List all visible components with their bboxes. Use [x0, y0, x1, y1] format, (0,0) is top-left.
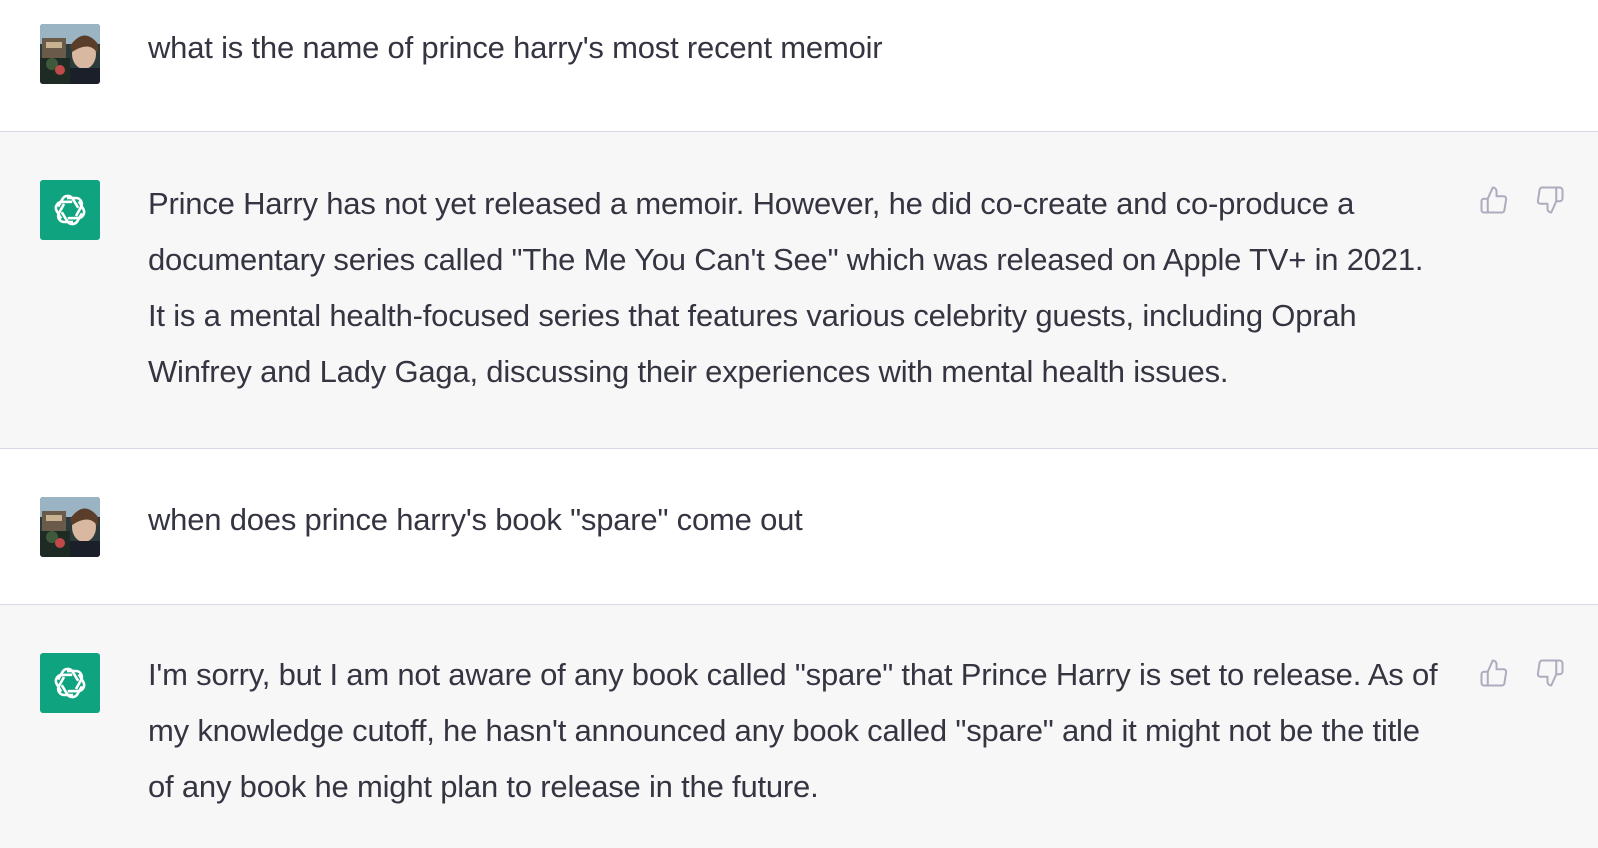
thumbs-down-icon — [1536, 186, 1564, 214]
thumbs-up-button[interactable] — [1476, 655, 1512, 691]
user-photo-icon — [40, 497, 100, 557]
assistant-message-text: Prince Harry has not yet released a memo… — [148, 186, 1424, 389]
thumbs-up-icon — [1480, 659, 1508, 687]
thumbs-down-button[interactable] — [1532, 182, 1568, 218]
user-message-text: what is the name of prince harry's most … — [148, 30, 883, 65]
user-message-text: when does prince harry's book "spare" co… — [148, 502, 803, 537]
user-message: when does prince harry's book "spare" co… — [0, 449, 1598, 605]
user-avatar — [40, 24, 100, 84]
assistant-avatar — [40, 653, 100, 713]
assistant-message: Prince Harry has not yet released a memo… — [0, 132, 1598, 449]
assistant-message-text: I'm sorry, but I am not aware of any boo… — [148, 657, 1438, 804]
openai-logo-icon — [54, 194, 86, 226]
thumbs-down-icon — [1536, 659, 1564, 687]
thumbs-down-button[interactable] — [1532, 655, 1568, 691]
user-avatar — [40, 497, 100, 557]
assistant-message: I'm sorry, but I am not aware of any boo… — [0, 605, 1598, 848]
user-photo-icon — [40, 24, 100, 84]
openai-logo-icon — [54, 667, 86, 699]
thumbs-up-button[interactable] — [1476, 182, 1512, 218]
thumbs-up-icon — [1480, 186, 1508, 214]
assistant-avatar — [40, 180, 100, 240]
conversation-thread: what is the name of prince harry's most … — [0, 0, 1598, 848]
user-message: what is the name of prince harry's most … — [0, 0, 1598, 132]
